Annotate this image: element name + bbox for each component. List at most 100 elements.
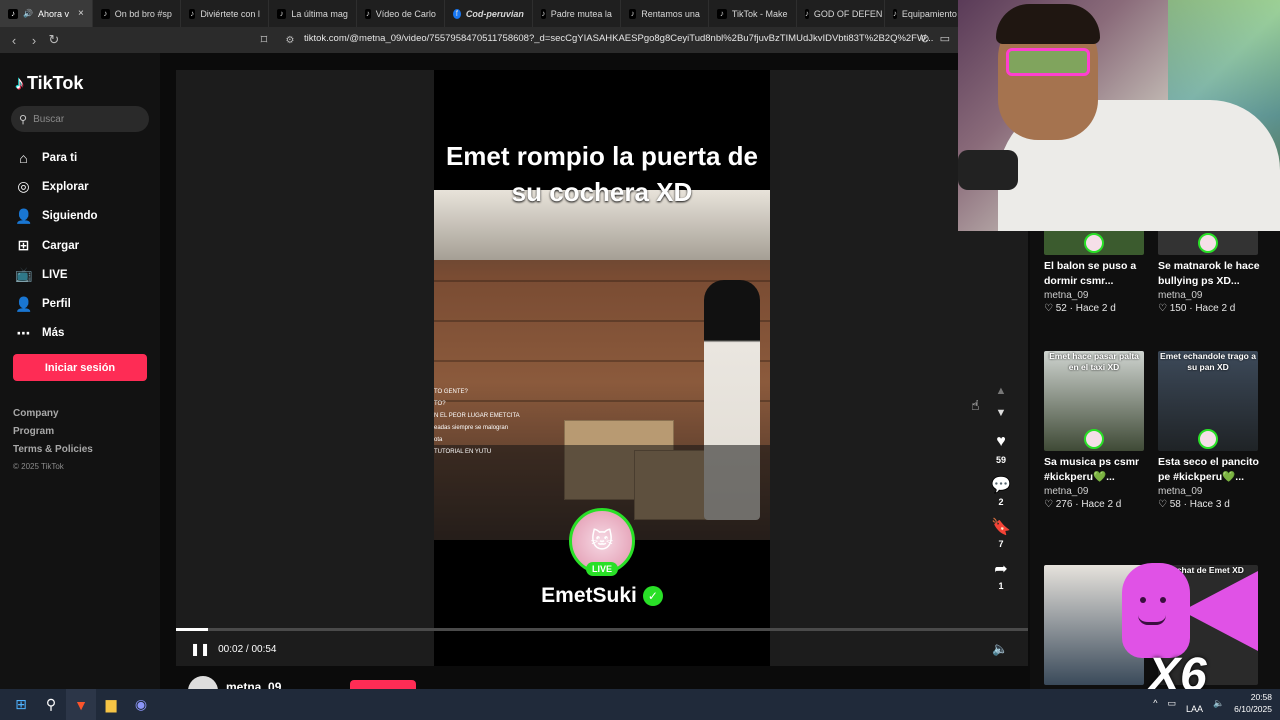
card-likes: 150 [1169, 303, 1187, 314]
card-age: Hace 2 d [1081, 499, 1122, 510]
speaker-icon[interactable]: 🔈 [1213, 698, 1224, 709]
list-item[interactable]: El balon se puso a dormir csmr... metna_… [1044, 231, 1150, 314]
search-icon: ⚲ [19, 113, 28, 126]
streamer-name: EmetSuki ✓ [434, 584, 770, 608]
reload-icon[interactable]: ↻ [44, 30, 64, 50]
video-frame[interactable]: Emet rompio la puerta de su cochera XD T… [434, 70, 770, 666]
volume-icon[interactable]: 🔈 [992, 641, 1008, 657]
bow-shape [1182, 571, 1258, 651]
card-title: Esta seco el pancito pe #kickperu💚... [1158, 456, 1259, 483]
sidebar-nav: ⌂ Para ti ◎ Explorar 👤 Siguiendo ⊞ Cargar 📺 L… [15, 143, 98, 348]
chevron-up-icon[interactable]: ▲ [996, 385, 1007, 407]
tiktok-icon: ♪ [276, 8, 287, 19]
login-button[interactable]: Iniciar sesión [13, 354, 147, 381]
browser-tab[interactable]: ♪ Rentamos una [621, 0, 709, 27]
address-bar[interactable]: tiktok.com/@metna_09/video/7557958470511… [304, 33, 933, 44]
sidebar-item-perfil[interactable]: 👤 Perfil [15, 289, 98, 318]
chat-line: N EL PEOR LUGAR EMETCITA [434, 413, 520, 419]
share-count: 1 [998, 581, 1004, 591]
glasses-icon [1006, 48, 1090, 76]
chevron-down-icon[interactable]: ▼ [996, 407, 1007, 429]
like-count: 59 [995, 455, 1006, 465]
player-controls: ❚❚ 00:02 / 00:54 [190, 642, 277, 656]
streamer-badge-icon [1198, 233, 1218, 253]
copyright: © 2025 TikTok [13, 462, 64, 471]
card-author: metna_09 [1158, 486, 1203, 497]
browser-tab[interactable]: ♪ La última mag [269, 0, 357, 27]
browser-tab[interactable]: ♪ Diviértete con l [181, 0, 269, 27]
tiktok-icon: ♪ [628, 8, 637, 19]
forward-icon[interactable]: › [24, 30, 44, 50]
browser-tab[interactable]: ♪ 🔊 Ahora v × [0, 0, 93, 27]
facebook-icon: f [452, 8, 461, 19]
sidebar-item-para-ti[interactable]: ⌂ Para ti [15, 143, 98, 172]
chat-line: TO GENTE? [434, 389, 468, 395]
sidebar-item-cargar[interactable]: ⊞ Cargar [15, 231, 98, 260]
follow-button[interactable] [350, 680, 416, 689]
back-icon[interactable]: ‹ [4, 30, 24, 50]
like-button[interactable]: ♥ 59 [996, 433, 1006, 471]
save-count: 7 [998, 539, 1004, 549]
video-progress-bar[interactable] [176, 628, 1028, 631]
author-name[interactable]: metna_09 [226, 680, 281, 689]
bookmark-icon[interactable]: ⌑ [254, 30, 274, 50]
sidebar-item-live[interactable]: 📺 LIVE [15, 260, 98, 289]
card-title: Se matnarok le hace bullying ps XD... [1158, 260, 1260, 287]
tiktok-sidebar: ♪ TikTok ⚲ Buscar ⌂ Para ti ◎ Explorar 👤 Si… [0, 53, 160, 689]
thumbnail-caption: Emet hace pasar palta en el taxi XD [1049, 351, 1139, 372]
language-indicator[interactable]: LAA [1186, 704, 1203, 714]
eye-icon [1160, 597, 1166, 603]
shield-icon[interactable]: ⊘ [920, 32, 929, 45]
clock[interactable]: 20:58 6/10/2025 [1234, 691, 1272, 715]
browser-tab[interactable]: ♪ Vídeo de Carlo [357, 0, 445, 27]
card-likes: 276 [1055, 499, 1073, 510]
tiktok-icon: ♪ [540, 8, 546, 19]
tab-label: Cod-peruvian [465, 8, 524, 19]
avatar[interactable] [188, 676, 218, 689]
network-icon[interactable]: ▭ [1167, 698, 1176, 709]
search-input[interactable]: ⚲ Buscar [11, 106, 149, 132]
list-item[interactable]: Se matnarok le hace bullying ps XD... me… [1158, 231, 1264, 314]
footer-link-terms[interactable]: Terms & Policies [13, 444, 93, 462]
card-title: El balon se puso a dormir csmr... [1044, 260, 1137, 287]
browser-tab[interactable]: ♪ On bd bro #sp [93, 0, 181, 27]
windows-start-icon[interactable]: ⊞ [6, 689, 36, 720]
live-icon: 📺 [15, 266, 33, 283]
hand-cursor-icon: ☝ [971, 397, 980, 413]
card-age: Hace 2 d [1195, 303, 1236, 314]
chat-line: eadas siempre se malogran [434, 425, 509, 431]
discord-icon[interactable]: ◉ [126, 689, 156, 720]
file-explorer-icon[interactable]: ▆ [96, 689, 126, 720]
tiktok-logo[interactable]: ♪ TikTok [15, 73, 83, 94]
sidebar-item-explorar[interactable]: ◎ Explorar [15, 172, 98, 201]
browser-tab[interactable]: ♪ TikTok - Make [709, 0, 797, 27]
tab-label: On bd bro #sp [114, 8, 172, 19]
comment-button[interactable]: 💬 2 [991, 475, 1011, 513]
browser-tab[interactable]: ♪ Padre mutea la [533, 0, 621, 27]
close-icon[interactable]: × [78, 8, 84, 19]
footer-link-program[interactable]: Program [13, 426, 93, 444]
list-item[interactable]: Emet hace pasar palta en el taxi XD Sa m… [1044, 351, 1150, 510]
streamer-name-text: EmetSuki [541, 584, 637, 607]
card-author: metna_09 [1158, 290, 1203, 301]
list-item[interactable]: Emet echandole trago a su pan XD Esta se… [1158, 351, 1264, 510]
heart-outline-icon: ♡ [1158, 499, 1167, 510]
sidebar-item-label: Cargar [42, 239, 80, 252]
site-info-icon[interactable]: ⚙ [280, 30, 300, 50]
sidebar-item-siguiendo[interactable]: 👤 Siguiendo [15, 202, 98, 231]
video-actions: ▲ ▼ ♥ 59 💬 2 🔖 7 ➦ 1 [987, 385, 1015, 597]
pause-icon[interactable]: ❚❚ [190, 642, 210, 656]
share-button[interactable]: ➦ 1 [994, 559, 1007, 597]
brave-browser-icon[interactable]: ▼ [66, 689, 96, 720]
footer-link-company[interactable]: Company [13, 408, 93, 426]
tiktok-icon: ♪ [716, 8, 727, 19]
sidebar-item-mas[interactable]: ⋯ Más [15, 319, 98, 348]
video-scene [434, 190, 770, 540]
search-icon[interactable]: ⚲ [36, 689, 66, 720]
cast-icon[interactable]: ▭ [940, 32, 950, 45]
browser-tab[interactable]: f Cod-peruvian [445, 0, 533, 27]
browser-tab[interactable]: ♪ GOD OF DEFEN [797, 0, 885, 27]
save-button[interactable]: 🔖 7 [991, 517, 1011, 555]
browser-tab[interactable]: ♪ Equipamiento [885, 0, 958, 27]
chevron-up-icon[interactable]: ^ [1153, 698, 1157, 708]
